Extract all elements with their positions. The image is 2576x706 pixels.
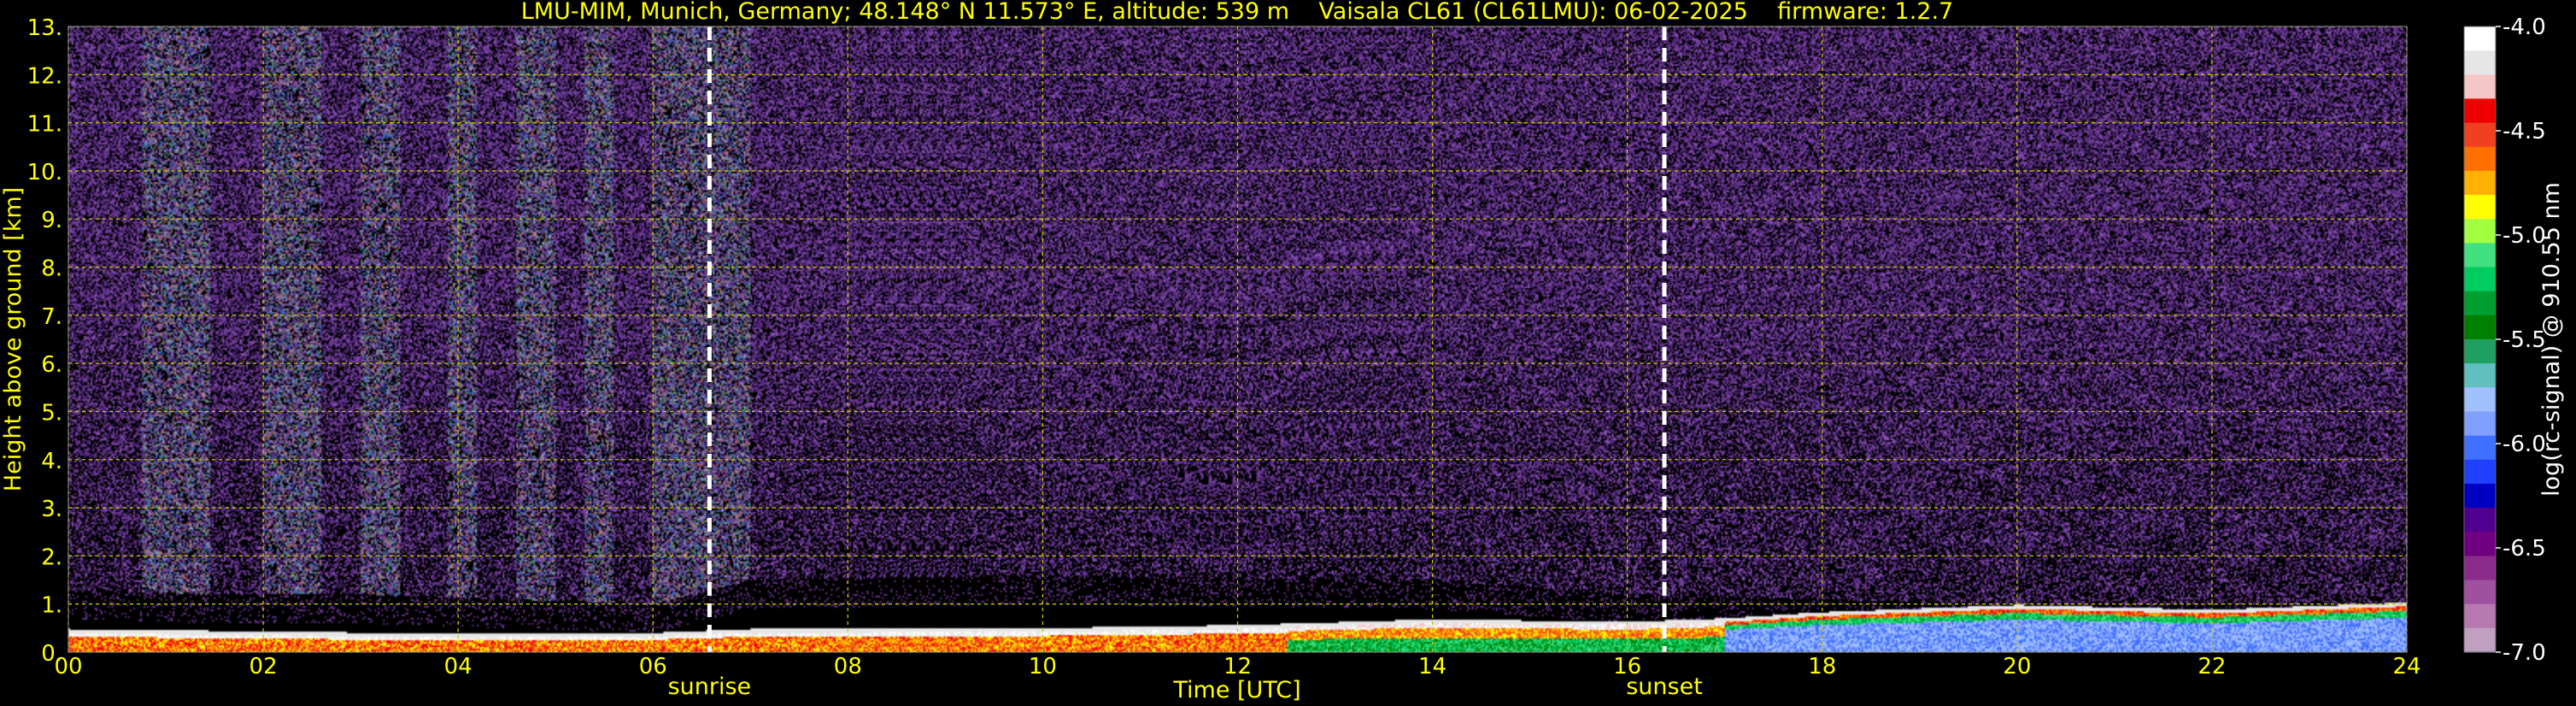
x-tick-label: 08 (834, 654, 862, 680)
colorbar-swatch (2464, 508, 2496, 532)
colorbar-swatch (2464, 315, 2496, 340)
y-tick-label: 12. (27, 63, 62, 89)
x-tick-label: 04 (444, 654, 472, 680)
chart-title: LMU-MIM, Munich, Germany; 48.148° N 11.5… (521, 0, 1954, 25)
colorbar-swatch (2464, 603, 2496, 629)
y-tick-label: 10. (27, 160, 62, 185)
y-tick-label: 9. (41, 208, 62, 233)
colorbar-swatch (2464, 291, 2496, 316)
colorbar-swatch (2464, 387, 2496, 413)
colorbar-swatch (2464, 26, 2496, 51)
x-tick-label: 06 (639, 654, 667, 680)
colorbar-swatch (2464, 195, 2496, 220)
sunrise-label: sunrise (668, 674, 752, 700)
colorbar-tick-label: -4.0 (2503, 15, 2546, 40)
colorbar-label: log(rc-signal) @ 910.55 nm (2538, 182, 2565, 497)
x-tick-label: 18 (1808, 654, 1836, 680)
y-tick-label: 6. (41, 352, 62, 378)
y-tick-label: 1. (41, 593, 62, 619)
colorbar-swatch (2464, 532, 2496, 556)
y-tick-label: 11. (27, 112, 62, 138)
x-tick-label: 12 (1223, 654, 1252, 680)
colorbar-swatch (2464, 411, 2496, 437)
y-tick-label: 8. (41, 256, 62, 282)
colorbar-swatch (2464, 267, 2496, 292)
y-tick-label: 4. (41, 449, 62, 474)
y-tick-label: 3. (41, 497, 62, 522)
x-axis-label: Time [UTC] (1172, 677, 1300, 703)
ceilometer-chart: 00 02 04 06 08 10 12 14 16 18 20 22 24 0.1.2.3.4.5.6… (0, 0, 2576, 706)
colorbar-swatch (2464, 50, 2496, 75)
y-tick-label: 7. (41, 304, 62, 330)
backscatter-heatmap (68, 26, 2407, 652)
y-axis-label: Height above ground [km] (0, 187, 26, 491)
x-tick-label: 10 (1029, 654, 1057, 680)
colorbar-tick-label: -4.5 (2503, 119, 2546, 144)
colorbar-swatch (2464, 122, 2496, 148)
y-tick-label: 5. (41, 400, 62, 426)
sunset-label: sunset (1626, 674, 1703, 700)
colorbar-swatch (2464, 435, 2496, 461)
x-tick-label: 20 (2003, 654, 2031, 680)
colorbar-swatch (2464, 556, 2496, 581)
colorbar-swatch (2464, 459, 2496, 485)
colorbar-swatch (2464, 243, 2496, 268)
y-tick-label: 2. (41, 544, 62, 570)
x-tick-label: 02 (249, 654, 278, 680)
y-tick-label: 13. (27, 15, 62, 41)
colorbar-swatch (2464, 363, 2496, 388)
colorbar-swatch (2464, 483, 2496, 509)
colorbar-tick-label: -6.5 (2503, 536, 2546, 562)
x-tick-label: 22 (2198, 654, 2226, 680)
colorbar-swatch (2464, 146, 2496, 172)
x-tick-label: 14 (1418, 654, 1446, 680)
colorbar-swatch (2464, 339, 2496, 364)
colorbar-tick-label: -7.0 (2503, 640, 2546, 666)
y-tick-label: 0. (41, 641, 62, 667)
colorbar-swatch (2464, 98, 2496, 124)
colorbar-swatch (2464, 74, 2496, 100)
x-tick-label: 24 (2392, 654, 2421, 680)
colorbar-swatch (2464, 170, 2496, 196)
colorbar-swatch (2464, 627, 2496, 653)
colorbar-swatch (2464, 219, 2496, 244)
colorbar-swatch (2464, 580, 2496, 605)
